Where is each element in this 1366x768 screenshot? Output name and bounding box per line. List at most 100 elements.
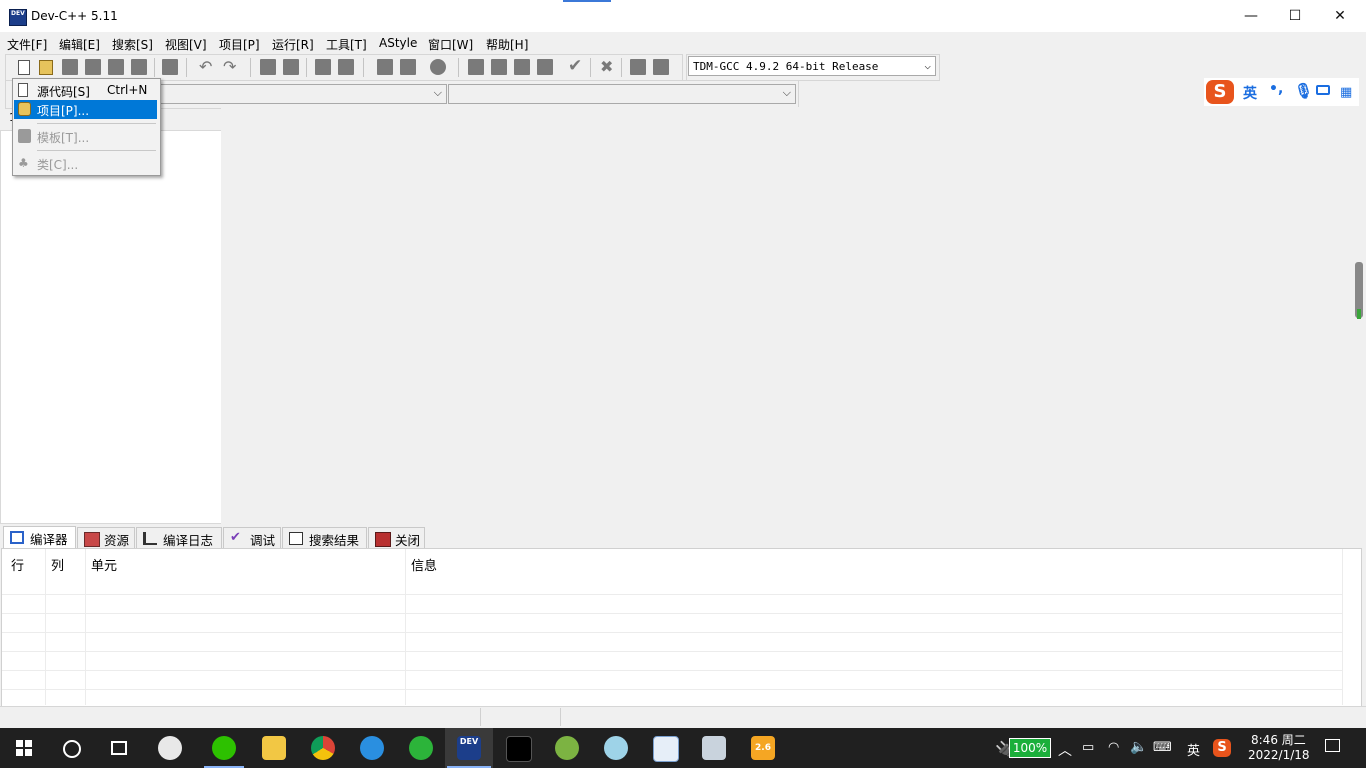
windows-start-icon[interactable] [16,740,32,756]
column-header-col[interactable]: 列 [51,555,64,574]
stop-execution-icon[interactable]: ✖ [600,57,616,76]
scroll-indicator [1357,309,1361,319]
menu-file[interactable]: 文件[F] [7,36,47,53]
run-icon[interactable] [491,59,507,75]
editor-area[interactable] [221,107,1356,527]
tab-close[interactable]: 关闭 [368,527,425,548]
column-divider [85,549,86,705]
window-app-icon[interactable] [653,736,679,762]
class-select[interactable]: ⌵ [160,84,447,104]
volume-icon[interactable]: 🔈 [1130,739,1147,755]
menu-tools[interactable]: 工具[T] [326,36,367,53]
clock-time[interactable]: 8:46 周二 [1251,731,1306,748]
print-icon[interactable] [162,59,178,75]
menu-run[interactable]: 运行[R] [272,36,314,53]
compile-icon[interactable] [468,59,484,75]
app-icon-text: DEV [11,10,25,17]
open-icon[interactable] [62,59,78,75]
column-header-line[interactable]: 行 [11,555,24,574]
search-icon[interactable] [63,740,81,758]
replace-icon[interactable] [283,59,299,75]
tab-resources[interactable]: 资源 [77,527,135,548]
keyboard-icon[interactable] [1316,85,1330,95]
save-all-icon[interactable] [108,59,124,75]
syntax-check-icon[interactable]: ✔ [568,56,584,76]
ime-punct-toggle[interactable]: •, [1269,81,1283,97]
save-icon[interactable] [85,59,101,75]
project-options-icon[interactable] [430,59,446,75]
tab-compile-log[interactable]: 编译日志 [136,527,222,548]
chrome-icon[interactable] [311,736,335,760]
compile-run-icon[interactable] [514,59,530,75]
tab-compiler[interactable]: 编译器 [3,526,76,549]
search-app-icon[interactable] [360,736,384,760]
pinwheel-app-icon[interactable] [158,736,182,760]
column-header-unit[interactable]: 单元 [91,555,117,574]
task-view-icon[interactable] [111,741,127,755]
toolbar-separator [250,58,251,77]
keyboard-icon[interactable]: ⌨ [1153,740,1172,755]
wifi-icon[interactable]: ◠ [1108,740,1119,755]
column-header-message[interactable]: 信息 [411,555,437,574]
goto-line-icon[interactable] [338,59,354,75]
compiler-messages-table[interactable] [1,548,1362,707]
battery-indicator[interactable]: 100% [1009,738,1051,758]
menu-item-label: 模板[T]... [37,131,90,145]
find-icon[interactable] [260,59,276,75]
menu-view[interactable]: 视图[V] [165,36,207,53]
tab-debug[interactable]: ✔ 调试 [223,527,281,548]
clock-date[interactable]: 2022/1/18 [1248,748,1310,762]
profile-icon[interactable] [653,59,669,75]
close-file-icon[interactable] [131,59,147,75]
check-icon: ✔ [230,530,241,545]
screenshot-app-icon[interactable] [702,736,726,760]
menu-project[interactable]: 项目[P] [219,36,260,53]
typora-icon[interactable] [506,736,532,762]
show-hidden-icons-icon[interactable]: ︿ [1058,740,1072,760]
menu-item-source-file[interactable]: 源代码[S] Ctrl+N [14,81,157,100]
tab-label: 关闭 [395,533,421,548]
mic-icon[interactable]: 🎙 [1294,82,1313,100]
menu-item-template[interactable]: 模板[T]... [14,127,157,146]
remove-from-project-icon[interactable] [400,59,416,75]
project-browser-panel[interactable] [0,130,222,524]
apps-grid-icon[interactable]: ▦ [1340,85,1352,100]
menu-item-project[interactable]: 项目[P]... [14,100,157,119]
menu-help[interactable]: 帮助[H] [486,36,528,53]
member-select[interactable]: ⌵ [448,84,796,104]
menu-search[interactable]: 搜索[S] [112,36,153,53]
add-to-project-icon[interactable] [377,59,393,75]
file-explorer-icon[interactable] [262,736,286,760]
rebuild-all-icon[interactable] [537,59,553,75]
new-file-icon[interactable] [18,60,30,75]
maximize-button[interactable]: ☐ [1272,0,1318,32]
sogou-logo-icon[interactable]: S [1206,80,1234,104]
new-project-icon[interactable] [39,60,53,75]
tab-search-results[interactable]: 搜索结果 [282,527,367,548]
app-badge-icon[interactable]: 2.6 [751,736,775,760]
notification-icon[interactable] [1325,739,1340,752]
debug-icon[interactable] [630,59,646,75]
undo-icon[interactable]: ↶ [199,57,215,76]
devcpp-taskbar-icon[interactable]: DEV [457,736,481,760]
menu-item-class[interactable]: ♣ 类[C]... [14,154,157,173]
close-button[interactable]: ✕ [1317,0,1363,32]
redo-icon[interactable]: ↷ [223,57,239,76]
toolbar-separator [458,58,459,77]
menu-edit[interactable]: 编辑[E] [59,36,100,53]
menu-astyle[interactable]: AStyle [379,36,417,50]
360-security-icon[interactable] [409,736,433,760]
sogou-tray-icon[interactable]: S [1213,739,1231,757]
tab-label: 搜索结果 [309,533,360,548]
compiler-select[interactable]: TDM-GCC 4.9.2 64-bit Release ⌵ [688,56,936,76]
ime-lang-toggle[interactable]: 英 [1243,83,1257,103]
find-next-icon[interactable] [315,59,331,75]
menu-window[interactable]: 窗口[W] [428,36,473,53]
battery-icon[interactable]: ▭ [1082,740,1094,755]
gear-app-icon[interactable] [604,736,628,760]
wechat-icon[interactable] [212,736,236,760]
green-app-icon[interactable] [555,736,579,760]
ime-lang-indicator[interactable]: 英 [1187,740,1200,759]
ime-toolbar[interactable]: S 英 •, 🎙 ▦ [1204,78,1359,106]
minimize-button[interactable]: — [1228,0,1274,32]
